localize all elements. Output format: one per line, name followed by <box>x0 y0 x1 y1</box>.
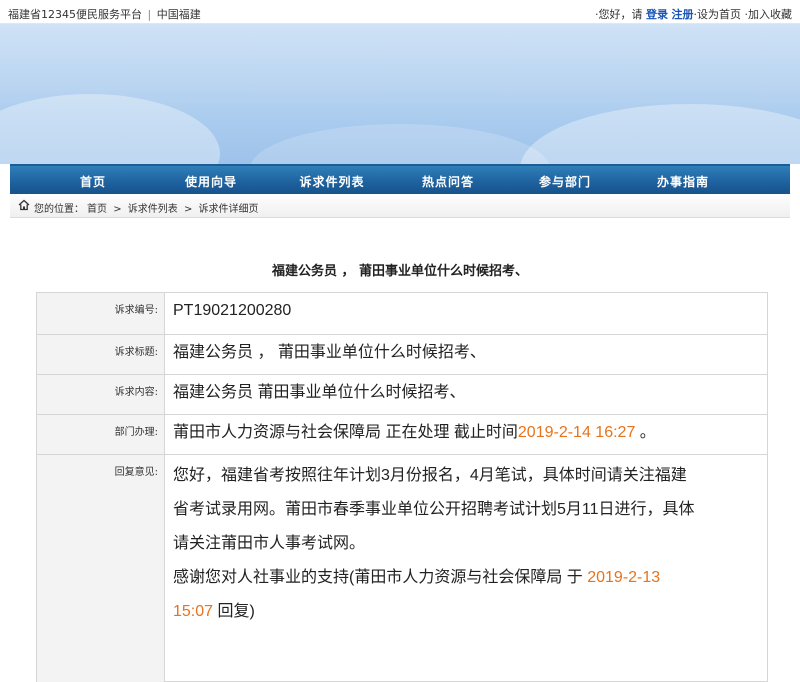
top-bar: 福建省12345便民服务平台 | 中国福建 ·您好，请 登录 注册·设为首页 ·… <box>0 0 800 24</box>
request-content-value: 福建公务员 莆田事业单位什么时候招考、 <box>173 384 466 401</box>
department-value: 莆田市人力资源与社会保障局 正在处理 截止时间2019-2-14 16:27 。 <box>173 415 763 445</box>
reply-thanks-line: 感谢您对人社事业的支持(莆田市人力资源与社会保障局 于 2019-2-13 <box>173 561 763 595</box>
reply-time: 15:07 <box>173 603 214 620</box>
reply-line: 省考试录用网。莆田市春季事业单位公开招聘考试计划5月11日进行，具体 <box>173 501 695 518</box>
header-banner <box>0 24 800 164</box>
department-label: 部门办理: <box>37 415 165 454</box>
nav-item-request-list[interactable]: 诉求件列表 <box>287 173 377 190</box>
nav-item-guide[interactable]: 使用向导 <box>166 173 256 190</box>
reply-date: 2019-2-13 <box>587 569 661 586</box>
request-id-label: 诉求编号: <box>37 293 165 334</box>
nav-item-hot-qa[interactable]: 热点问答 <box>403 173 493 190</box>
department-status-end: 。 <box>635 424 656 441</box>
reply-label: 回复意见: <box>37 455 165 682</box>
reply-thanks-text: 感谢您对人社事业的支持(莆田市人力资源与社会保障局 于 <box>173 569 588 586</box>
banner-cloud <box>250 124 550 164</box>
greeting-text: 您好，请 <box>598 8 643 21</box>
reply-suffix: 回复) <box>213 603 255 620</box>
breadcrumb: 您的位置： 首页 > 诉求件列表 > 诉求件详细页 <box>10 194 790 218</box>
breadcrumb-home[interactable]: 首页 <box>87 204 107 215</box>
site-subtitle: 中国福建 <box>156 8 201 21</box>
set-homepage-link[interactable]: 设为首页 <box>697 8 741 21</box>
reply-line: 请关注莆田市人事考试网。 <box>173 535 366 552</box>
detail-row-department: 部门办理: 莆田市人力资源与社会保障局 正在处理 截止时间2019-2-14 1… <box>37 415 767 455</box>
nav-item-service-guide[interactable]: 办事指南 <box>638 173 728 190</box>
breadcrumb-separator: > <box>183 204 193 215</box>
breadcrumb-prefix: 您的位置： <box>34 204 84 215</box>
detail-row-content: 诉求内容: 福建公务员 莆田事业单位什么时候招考、 <box>37 375 767 415</box>
detail-row-reply: 回复意见: 您好，福建省考按照往年计划3月份报名，4月笔试，具体时间请关注福建 … <box>37 455 767 682</box>
request-id-value: PT19021200280 <box>173 302 292 319</box>
nav-item-home[interactable]: 首页 <box>48 173 138 190</box>
nav-item-departments[interactable]: 参与部门 <box>520 173 610 190</box>
banner-cloud <box>520 104 800 164</box>
add-favorite-link[interactable]: 加入收藏 <box>748 8 792 21</box>
breadcrumb-path: 您的位置： 首页 > 诉求件列表 > 诉求件详细页 <box>34 200 262 215</box>
home-icon <box>18 199 30 211</box>
register-link[interactable]: 注册 <box>672 8 694 21</box>
main-nav: 首页 使用向导 诉求件列表 热点问答 参与部门 办事指南 <box>10 164 790 194</box>
request-content-label: 诉求内容: <box>37 375 165 414</box>
login-link[interactable]: 登录 <box>646 8 668 21</box>
department-status-text: 莆田市人力资源与社会保障局 正在处理 截止时间 <box>173 424 518 441</box>
reply-line: 您好，福建省考按照往年计划3月份报名，4月笔试，具体时间请关注福建 <box>173 467 687 484</box>
user-links: ·您好，请 登录 注册·设为首页 ·加入收藏 <box>595 6 792 22</box>
request-title-label: 诉求标题: <box>37 335 165 374</box>
deadline-time: 2019-2-14 16:27 <box>517 424 636 441</box>
breadcrumb-separator: > <box>113 204 122 215</box>
reply-value: 您好，福建省考按照往年计划3月份报名，4月笔试，具体时间请关注福建 省考试录用网… <box>173 455 763 629</box>
breadcrumb-list[interactable]: 诉求件列表 <box>128 204 178 215</box>
page-title: 福建公务员 ， 莆田事业单位什么时候招考、 <box>271 264 529 279</box>
detail-row-title: 诉求标题: 福建公务员 ， 莆田事业单位什么时候招考、 <box>37 335 767 375</box>
main-content: 首页 使用向导 诉求件列表 热点问答 参与部门 办事指南 您的位置： 首页 > 诉… <box>10 164 790 682</box>
detail-row-id: 诉求编号: PT19021200280 <box>37 293 767 335</box>
site-title-separator: | <box>147 8 152 21</box>
breadcrumb-current: 诉求件详细页 <box>198 204 259 215</box>
request-detail-table: 诉求编号: PT19021200280 诉求标题: 福建公务员 ， 莆田事业单位… <box>36 292 768 682</box>
site-title: 福建省12345便民服务平台 <box>8 8 142 21</box>
banner-cloud <box>0 94 220 164</box>
site-header-left: 福建省12345便民服务平台 | 中国福建 <box>8 6 201 22</box>
request-title-value: 福建公务员 ， 莆田事业单位什么时候招考、 <box>173 344 486 361</box>
reply-time-line: 15:07 回复) <box>173 595 763 629</box>
